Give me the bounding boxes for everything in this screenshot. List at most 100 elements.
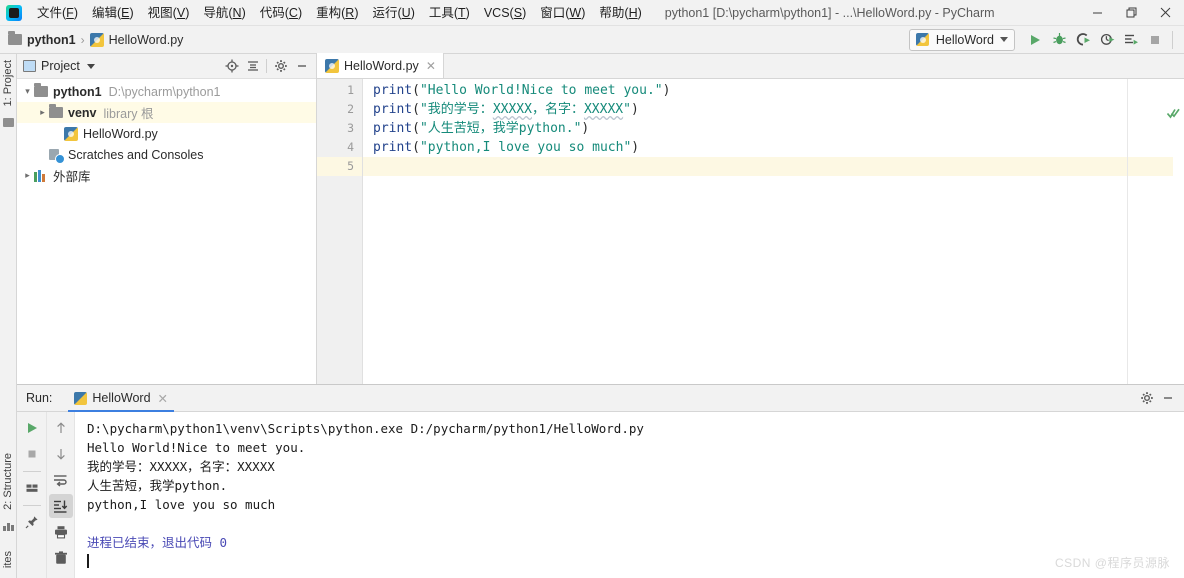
run-panel-right-toolbar	[47, 412, 75, 578]
menu-item-4[interactable]: 代码(C)	[253, 0, 309, 26]
chevron-down-icon	[1000, 37, 1008, 42]
code-line-5[interactable]	[363, 157, 1184, 176]
tree-expand-arrow[interactable]	[36, 102, 49, 123]
menu-mnemonic: E	[121, 5, 130, 20]
close-icon[interactable]: ✕	[158, 391, 168, 406]
menu-item-10[interactable]: 帮助(H)	[592, 0, 648, 26]
menu-mnemonic: R	[345, 5, 355, 20]
breadcrumb-file[interactable]: HelloWord.py	[89, 32, 184, 47]
project-icon	[23, 60, 36, 72]
console-output[interactable]: D:\pycharm\python1\venv\Scripts\python.e…	[75, 412, 1184, 578]
tree-item-label: python1	[53, 84, 102, 99]
menu-label: 编辑(E)	[91, 5, 134, 20]
editor-scrollbar[interactable]	[1173, 104, 1184, 409]
menu-item-0[interactable]: 文件(F)	[30, 0, 85, 26]
gutter-line-3: 3	[347, 121, 354, 135]
menu-bar: 文件(F) 编辑(E) 视图(V) 导航(N) 代码(C) 重构(R) 运行(U) 工具(T)…	[30, 0, 649, 26]
menu-item-2[interactable]: 视图(V)	[141, 0, 197, 26]
tree-expand-arrow[interactable]	[21, 81, 34, 102]
run-tool-window: Run: HelloWord ✕ D:\pycharm\python1\venv…	[17, 384, 1184, 578]
close-icon[interactable]: ✕	[426, 59, 436, 73]
python-file-icon	[89, 32, 104, 47]
menu-mnemonic: W	[569, 5, 582, 20]
code-content[interactable]: print("Hello World!Nice to meet you.") pr…	[363, 79, 1184, 384]
run-configuration-selector[interactable]: HelloWord	[908, 28, 1015, 51]
tree-row-2[interactable]: HelloWord.py	[17, 123, 316, 144]
gear-icon[interactable]	[1136, 388, 1157, 409]
code-punct: )	[631, 140, 640, 155]
tree-row-1[interactable]: venv library 根	[17, 102, 316, 123]
run-panel-header-icons	[1136, 388, 1178, 409]
right-margin-guide	[1127, 79, 1128, 384]
sidebar-item-structure[interactable]: 2: Structure	[2, 447, 14, 516]
tree-row-0[interactable]: python1 D:\pycharm\python1	[17, 81, 316, 102]
run-tab-label: HelloWord	[92, 391, 151, 405]
run-tab-helloword[interactable]: HelloWord ✕	[68, 385, 174, 412]
code-function-name: print	[373, 83, 413, 98]
menu-item-6[interactable]: 运行(U)	[365, 0, 421, 26]
gutter-line-4: 4	[347, 140, 354, 154]
run-with-params-button[interactable]	[1119, 28, 1143, 52]
menu-mnemonic: U	[401, 5, 411, 20]
console-line-1: Hello World!Nice to meet you.	[87, 440, 306, 455]
code-string-typo: XXXXX	[492, 102, 532, 117]
minimize-window-button[interactable]	[1080, 0, 1114, 26]
menu-item-7[interactable]: 工具(T)	[422, 0, 477, 26]
scroll-to-end-button[interactable]	[48, 494, 73, 518]
tree-row-4[interactable]: 外部库	[17, 165, 316, 186]
console-view-button[interactable]	[20, 476, 44, 500]
breadcrumb-file-label: HelloWord.py	[108, 32, 184, 47]
tree-item-label: venv	[68, 105, 97, 120]
tree-row-3[interactable]: Scratches and Consoles	[17, 144, 316, 165]
console-line-4: python,I love you so much	[87, 497, 276, 512]
code-line-2[interactable]: print("我的学号：XXXXX，名字：XXXXX")	[363, 100, 1184, 119]
clear-all-button[interactable]	[49, 546, 73, 570]
editor-tab-helloword[interactable]: HelloWord.py ✕	[317, 53, 444, 78]
pin-tab-button[interactable]	[20, 510, 44, 534]
debug-button[interactable]	[1047, 28, 1071, 52]
sidebar-item-project[interactable]: 1: Project	[2, 54, 14, 112]
minimize-icon[interactable]	[291, 56, 312, 77]
soft-wrap-button[interactable]	[49, 468, 73, 492]
run-button[interactable]	[1023, 28, 1047, 52]
tree-item-sublabel: library 根	[103, 107, 154, 121]
run-with-coverage-button[interactable]	[1071, 28, 1095, 52]
project-tool-window: Project ▾ python1 D:\pycharm\python1 ▸ v…	[17, 54, 317, 384]
code-line-3[interactable]: print("人生苦短，我学python.")	[363, 119, 1184, 138]
profile-button[interactable]	[1095, 28, 1119, 52]
breadcrumb-project[interactable]: python1	[8, 31, 76, 47]
rerun-button[interactable]	[20, 416, 44, 440]
left-tool-strip-top: 1: Project	[0, 54, 17, 384]
console-caret	[87, 552, 1184, 571]
stop-button[interactable]	[20, 442, 44, 466]
code-line-4[interactable]: print("python,I love you so much")	[363, 138, 1184, 157]
menu-item-9[interactable]: 窗口(W)	[533, 0, 592, 26]
breadcrumb-project-label: python1	[27, 32, 76, 47]
down-stacktrace-button[interactable]	[49, 442, 73, 466]
tree-expand-arrow[interactable]	[21, 165, 34, 186]
editor-gutter[interactable]: 1 2 3 4 5	[317, 79, 363, 384]
editor-area: HelloWord.py ✕ 12345 print("Hello World!…	[317, 53, 1184, 409]
close-window-button[interactable]	[1148, 0, 1182, 26]
window-title: python1 [D:\pycharm\python1] - ...\Hello…	[664, 5, 995, 20]
restore-window-button[interactable]	[1114, 0, 1148, 26]
stop-button[interactable]	[1143, 28, 1167, 52]
minimize-icon[interactable]	[1157, 388, 1178, 409]
print-button[interactable]	[49, 520, 73, 544]
code-string: python,I love you so much	[427, 140, 624, 155]
menu-item-1[interactable]: 编辑(E)	[85, 0, 141, 26]
scratches-icon	[49, 148, 65, 164]
inspection-ok-check-icon[interactable]	[1167, 108, 1180, 119]
sidebar-item-favorites[interactable]: ites	[2, 545, 14, 574]
locate-icon[interactable]	[221, 56, 242, 77]
gear-icon[interactable]	[270, 56, 291, 77]
collapse-all-icon[interactable]	[242, 56, 263, 77]
menu-item-3[interactable]: 导航(N)	[196, 0, 252, 26]
code-line-1[interactable]: print("Hello World!Nice to meet you.")	[363, 81, 1184, 100]
project-panel-title[interactable]: Project	[23, 59, 95, 73]
menu-item-5[interactable]: 重构(R)	[309, 0, 365, 26]
up-stacktrace-button[interactable]	[49, 416, 73, 440]
menu-item-8[interactable]: VCS(S)	[477, 0, 533, 26]
project-panel-header: Project	[17, 54, 316, 79]
menu-label: 重构(R)	[316, 5, 359, 20]
